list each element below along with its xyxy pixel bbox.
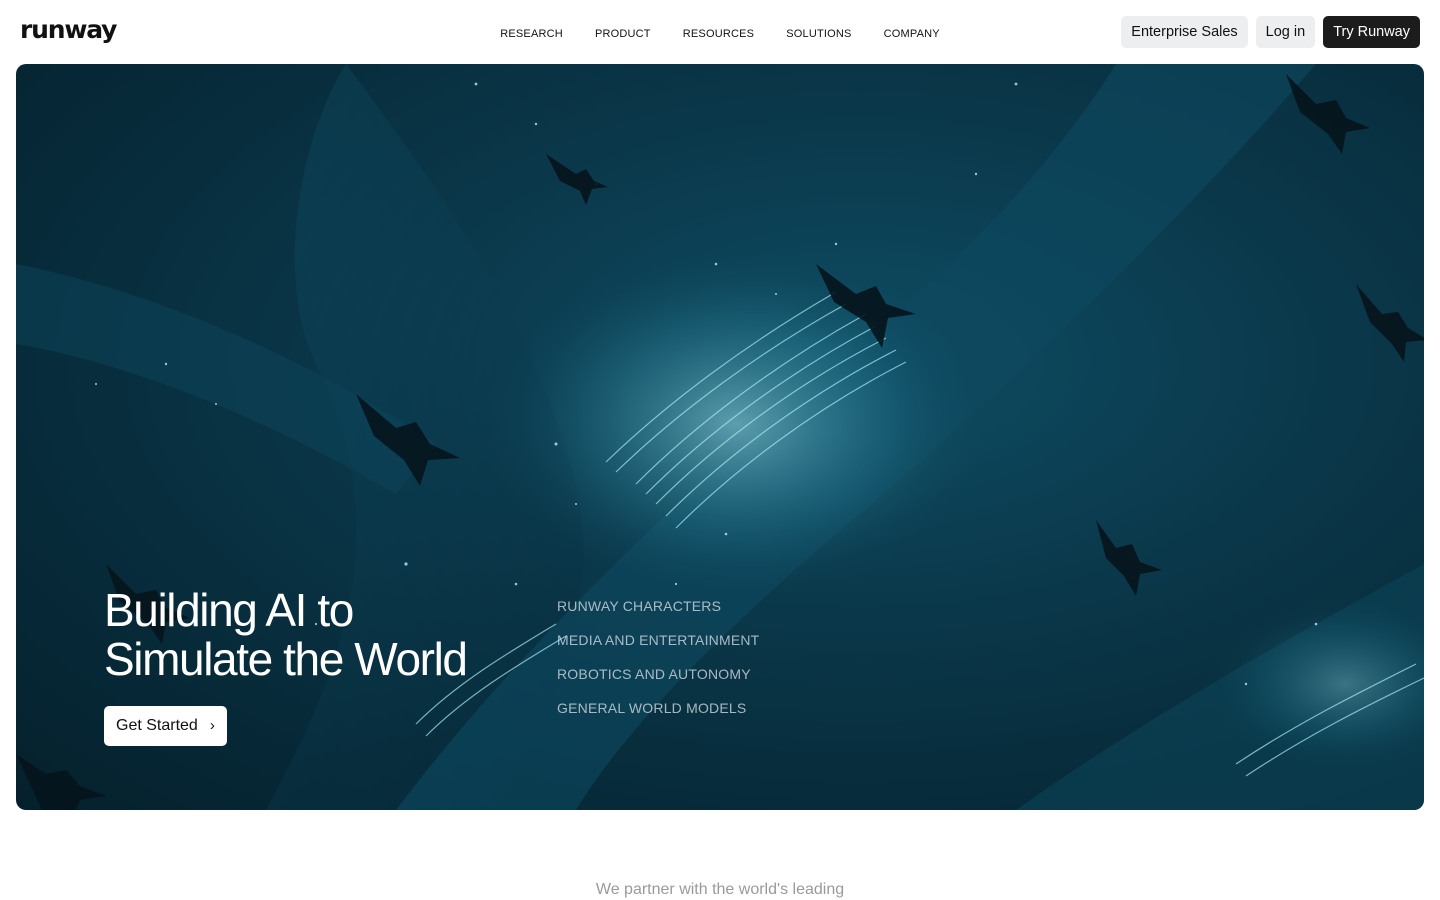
- enterprise-sales-button[interactable]: Enterprise Sales: [1121, 16, 1248, 48]
- link-runway-characters[interactable]: RUNWAY CHARACTERS: [557, 596, 759, 616]
- get-started-label: Get Started: [116, 717, 198, 734]
- nav-solutions[interactable]: SOLUTIONS: [786, 24, 851, 44]
- login-button[interactable]: Log in: [1255, 16, 1316, 48]
- hero-section: Building AI to Simulate the World Get St…: [16, 64, 1424, 810]
- hero-title: Building AI to Simulate the World: [104, 586, 524, 684]
- link-media-entertainment[interactable]: MEDIA AND ENTERTAINMENT: [557, 630, 759, 650]
- hero-title-line1: Building AI to: [104, 584, 354, 636]
- get-started-button[interactable]: Get Started ›: [104, 706, 227, 746]
- link-robotics-autonomy[interactable]: ROBOTICS AND AUTONOMY: [557, 664, 759, 684]
- try-runway-button[interactable]: Try Runway: [1323, 16, 1420, 48]
- partner-intro-text: We partner with the world's leading: [595, 881, 845, 898]
- nav-research[interactable]: RESEARCH: [500, 24, 563, 44]
- site-header: runway RESEARCH PRODUCT RESOURCES SOLUTI…: [0, 0, 1440, 64]
- chevron-right-icon: ›: [209, 717, 215, 734]
- nav-product[interactable]: PRODUCT: [595, 24, 651, 44]
- nav-company[interactable]: COMPANY: [884, 24, 940, 44]
- hero-title-line2: Simulate the World: [104, 633, 468, 685]
- nav-resources[interactable]: RESOURCES: [683, 24, 754, 44]
- header-actions: Enterprise Sales Log in Try Runway: [1121, 16, 1420, 48]
- hero-solution-links: RUNWAY CHARACTERS MEDIA AND ENTERTAINMEN…: [557, 596, 759, 718]
- link-general-world-models[interactable]: GENERAL WORLD MODELS: [557, 698, 759, 718]
